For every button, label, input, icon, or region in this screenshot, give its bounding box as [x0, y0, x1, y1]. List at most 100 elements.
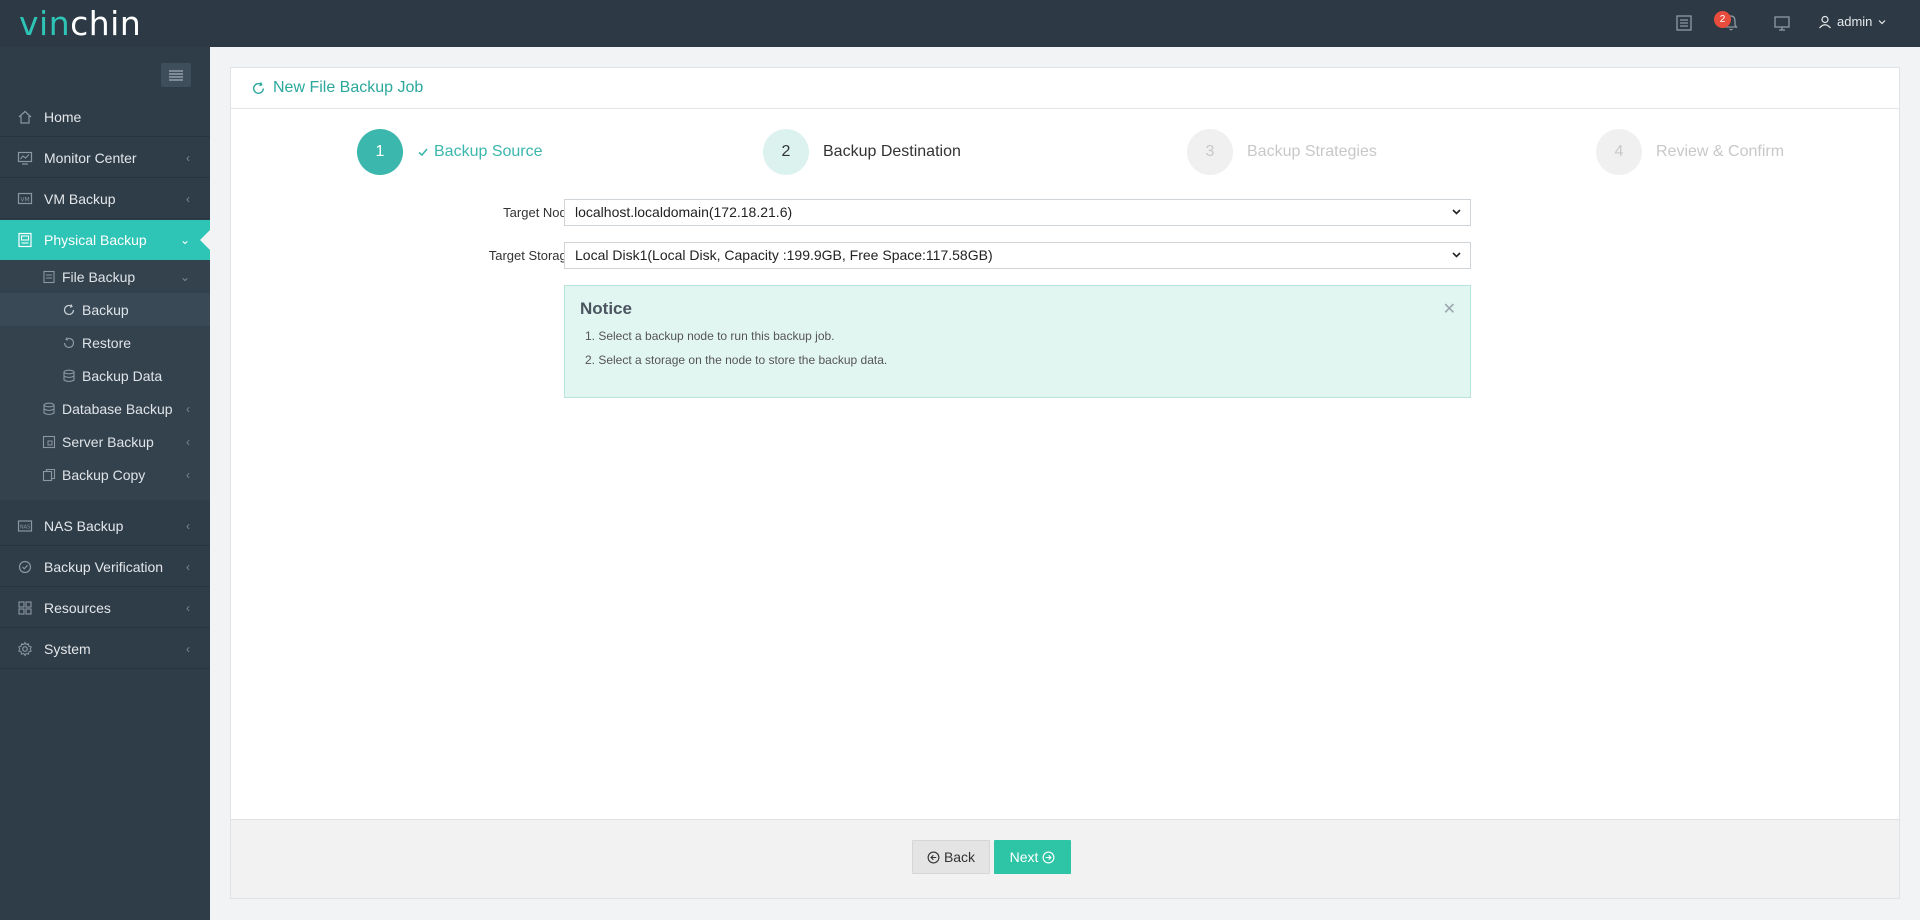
step-number: 4 — [1596, 129, 1642, 175]
sidebar-item-resources[interactable]: Resources ‹ — [0, 588, 210, 628]
target-storage-row: Target Storage Local Disk1(Local Disk, C… — [231, 242, 1899, 269]
sidebar-item-restore[interactable]: Restore — [0, 326, 210, 359]
sidebar-item-label: Database Backup — [62, 400, 173, 417]
sidebar-item-label: Backup Copy — [62, 466, 146, 483]
step-label: Review & Confirm — [1656, 143, 1785, 160]
wizard-panel: New File Backup Job 1 Backup Source 2 Ba… — [230, 67, 1900, 899]
menu-icon — [169, 70, 183, 81]
sidebar-item-backup-copy[interactable]: Backup Copy ‹ — [0, 458, 210, 491]
copy-icon — [42, 468, 56, 482]
monitor-center-icon — [16, 149, 34, 167]
chevron-down-icon — [1878, 19, 1886, 24]
chevron-left-icon: ‹ — [186, 192, 190, 206]
sidebar-item-backup-verification[interactable]: Backup Verification ‹ — [0, 547, 210, 587]
chevron-down-icon: ⌄ — [179, 270, 190, 284]
chevron-left-icon: ‹ — [186, 560, 190, 574]
list-icon[interactable] — [1675, 14, 1693, 37]
sidebar-item-physical-backup[interactable]: Physical Backup ⌄ — [0, 220, 210, 260]
sidebar-item-nas-backup[interactable]: NAS NAS Backup ‹ — [0, 506, 210, 546]
chevron-left-icon: ‹ — [186, 151, 190, 165]
step-backup-destination[interactable]: 2 Backup Destination — [763, 129, 961, 175]
home-icon — [16, 108, 34, 126]
chevron-left-icon: ‹ — [186, 468, 190, 482]
active-pointer — [200, 230, 210, 250]
sidebar-item-label: Restore — [82, 334, 132, 351]
user-menu[interactable]: admin — [1818, 14, 1887, 29]
wizard-steps: 1 Backup Source 2 Backup Destination 3 B… — [231, 129, 1899, 175]
chevron-left-icon: ‹ — [186, 435, 190, 449]
panel-header: New File Backup Job — [231, 68, 1899, 109]
sidebar-item-home[interactable]: Home — [0, 97, 210, 137]
sidebar-item-label: Resources — [44, 599, 111, 616]
step-label: Backup Strategies — [1247, 143, 1377, 160]
chevron-left-icon: ‹ — [186, 601, 190, 615]
notice-title: Notice — [580, 299, 632, 318]
sidebar-item-vm-backup[interactable]: VM VM Backup ‹ — [0, 179, 210, 219]
target-storage-select[interactable]: Local Disk1(Local Disk, Capacity :199.9G… — [564, 242, 1471, 269]
sidebar-item-label: Home — [44, 108, 82, 125]
sidebar-item-label: Backup Verification — [44, 558, 164, 575]
sidebar-item-monitor-center[interactable]: Monitor Center ‹ — [0, 138, 210, 178]
refresh-icon — [253, 81, 265, 94]
notice-line: 1. Select a backup node to run this back… — [585, 329, 835, 343]
sidebar-item-backup[interactable]: Backup — [0, 293, 210, 326]
sidebar-item-label: Backup Data — [82, 367, 163, 384]
arrow-right-circle-icon — [1042, 851, 1055, 863]
sidebar-item-label: File Backup — [62, 268, 136, 285]
logo[interactable]: vinchin — [19, 5, 141, 43]
svg-text:VM: VM — [20, 196, 29, 203]
user-name: admin — [1837, 14, 1873, 29]
svg-text:NAS: NAS — [20, 524, 30, 530]
notification-badge: 2 — [1714, 11, 1731, 28]
chevron-down-icon: ⌄ — [179, 233, 190, 247]
chevron-down-icon — [1451, 244, 1462, 275]
back-button-label: Back — [943, 849, 976, 865]
step-label: Backup Source — [434, 143, 543, 160]
close-icon[interactable]: ✕ — [1443, 299, 1456, 319]
notice-box: Notice ✕ 1. Select a backup node to run … — [564, 285, 1471, 398]
sidebar-item-backup-data[interactable]: Backup Data — [0, 359, 210, 392]
database-icon — [62, 369, 76, 383]
sidebar-item-database-backup[interactable]: Database Backup ‹ — [0, 392, 210, 425]
step-number: 2 — [763, 129, 809, 175]
chevron-left-icon: ‹ — [186, 402, 190, 416]
restore-icon — [62, 336, 76, 350]
sidebar-item-system[interactable]: System ‹ — [0, 629, 210, 669]
refresh-icon — [62, 303, 76, 317]
sidebar-item-label: NAS Backup — [44, 517, 124, 534]
page-title: New File Backup Job — [273, 79, 424, 96]
sidebar-item-server-backup[interactable]: Server Backup ‹ — [0, 425, 210, 458]
next-button-label: Next — [1009, 849, 1039, 865]
back-button[interactable]: Back — [912, 840, 990, 874]
step-backup-strategies: 3 Backup Strategies — [1187, 129, 1377, 175]
gear-icon — [16, 640, 34, 658]
sidebar-item-label: Backup — [82, 301, 129, 318]
file-icon — [42, 270, 56, 284]
step-number: 1 — [357, 129, 403, 175]
target-node-value: localhost.localdomain(172.18.21.6) — [575, 204, 793, 220]
physical-backup-icon — [16, 231, 34, 249]
arrow-left-circle-icon — [927, 851, 940, 863]
monitor-icon[interactable] — [1773, 14, 1791, 37]
step-backup-source[interactable]: 1 Backup Source — [357, 129, 543, 175]
next-button[interactable]: Next — [994, 840, 1071, 874]
sidebar-toggle-button[interactable] — [161, 63, 191, 87]
sidebar: Home Monitor Center ‹ VM VM Backup ‹ Phy… — [0, 47, 210, 920]
resources-icon — [16, 599, 34, 617]
database-icon — [42, 402, 56, 416]
check-icon — [418, 148, 428, 157]
sidebar-item-label: VM Backup — [44, 190, 116, 207]
target-node-select[interactable]: localhost.localdomain(172.18.21.6) — [564, 199, 1471, 226]
sidebar-item-file-backup[interactable]: File Backup ⌄ — [0, 260, 210, 293]
step-label: Backup Destination — [823, 143, 961, 160]
sidebar-item-label: Physical Backup — [44, 232, 147, 248]
server-icon — [42, 435, 56, 449]
target-storage-label: Target Storage — [488, 248, 574, 263]
target-node-row: Target Node localhost.localdomain(172.18… — [231, 199, 1899, 226]
chevron-down-icon — [1451, 201, 1462, 232]
wizard-footer: Back Next — [231, 819, 1899, 898]
step-review-confirm: 4 Review & Confirm — [1596, 129, 1784, 175]
physical-backup-submenu: File Backup ⌄ Backup Restore Backup Data… — [0, 260, 210, 500]
chevron-left-icon: ‹ — [186, 519, 190, 533]
top-bar: vinchin 2 admin — [0, 0, 1920, 47]
